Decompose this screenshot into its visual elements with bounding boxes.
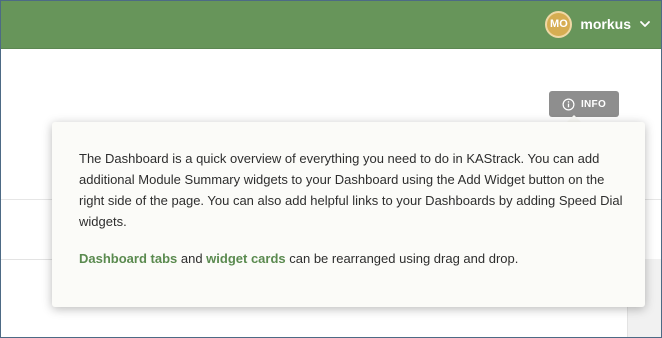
widget-cards-link[interactable]: widget cards (206, 251, 285, 266)
popover-body: The Dashboard is a quick overview of eve… (79, 148, 627, 285)
user-menu[interactable]: MO morkus (545, 10, 651, 38)
dashboard-tabs-link[interactable]: Dashboard tabs (79, 251, 177, 266)
popover-paragraph: The Dashboard is a quick overview of eve… (79, 151, 623, 229)
info-button-label: INFO (580, 98, 607, 110)
user-avatar[interactable]: MO (545, 10, 573, 38)
popover-text-tail: can be rearranged using drag and drop. (285, 251, 519, 266)
chevron-down-icon[interactable] (639, 18, 651, 30)
info-popover: The Dashboard is a quick overview of eve… (52, 122, 645, 307)
popover-tip: Dashboard tabs and widget cards can be r… (79, 248, 627, 269)
popover-text-and: and (177, 251, 207, 266)
top-navigation-bar: MO morkus (1, 1, 661, 49)
app-window: MO morkus INFO The Dashboard is a quick … (0, 0, 662, 338)
info-circle-icon (562, 98, 575, 110)
info-button[interactable]: INFO (549, 91, 619, 117)
username-label[interactable]: morkus (580, 16, 631, 32)
